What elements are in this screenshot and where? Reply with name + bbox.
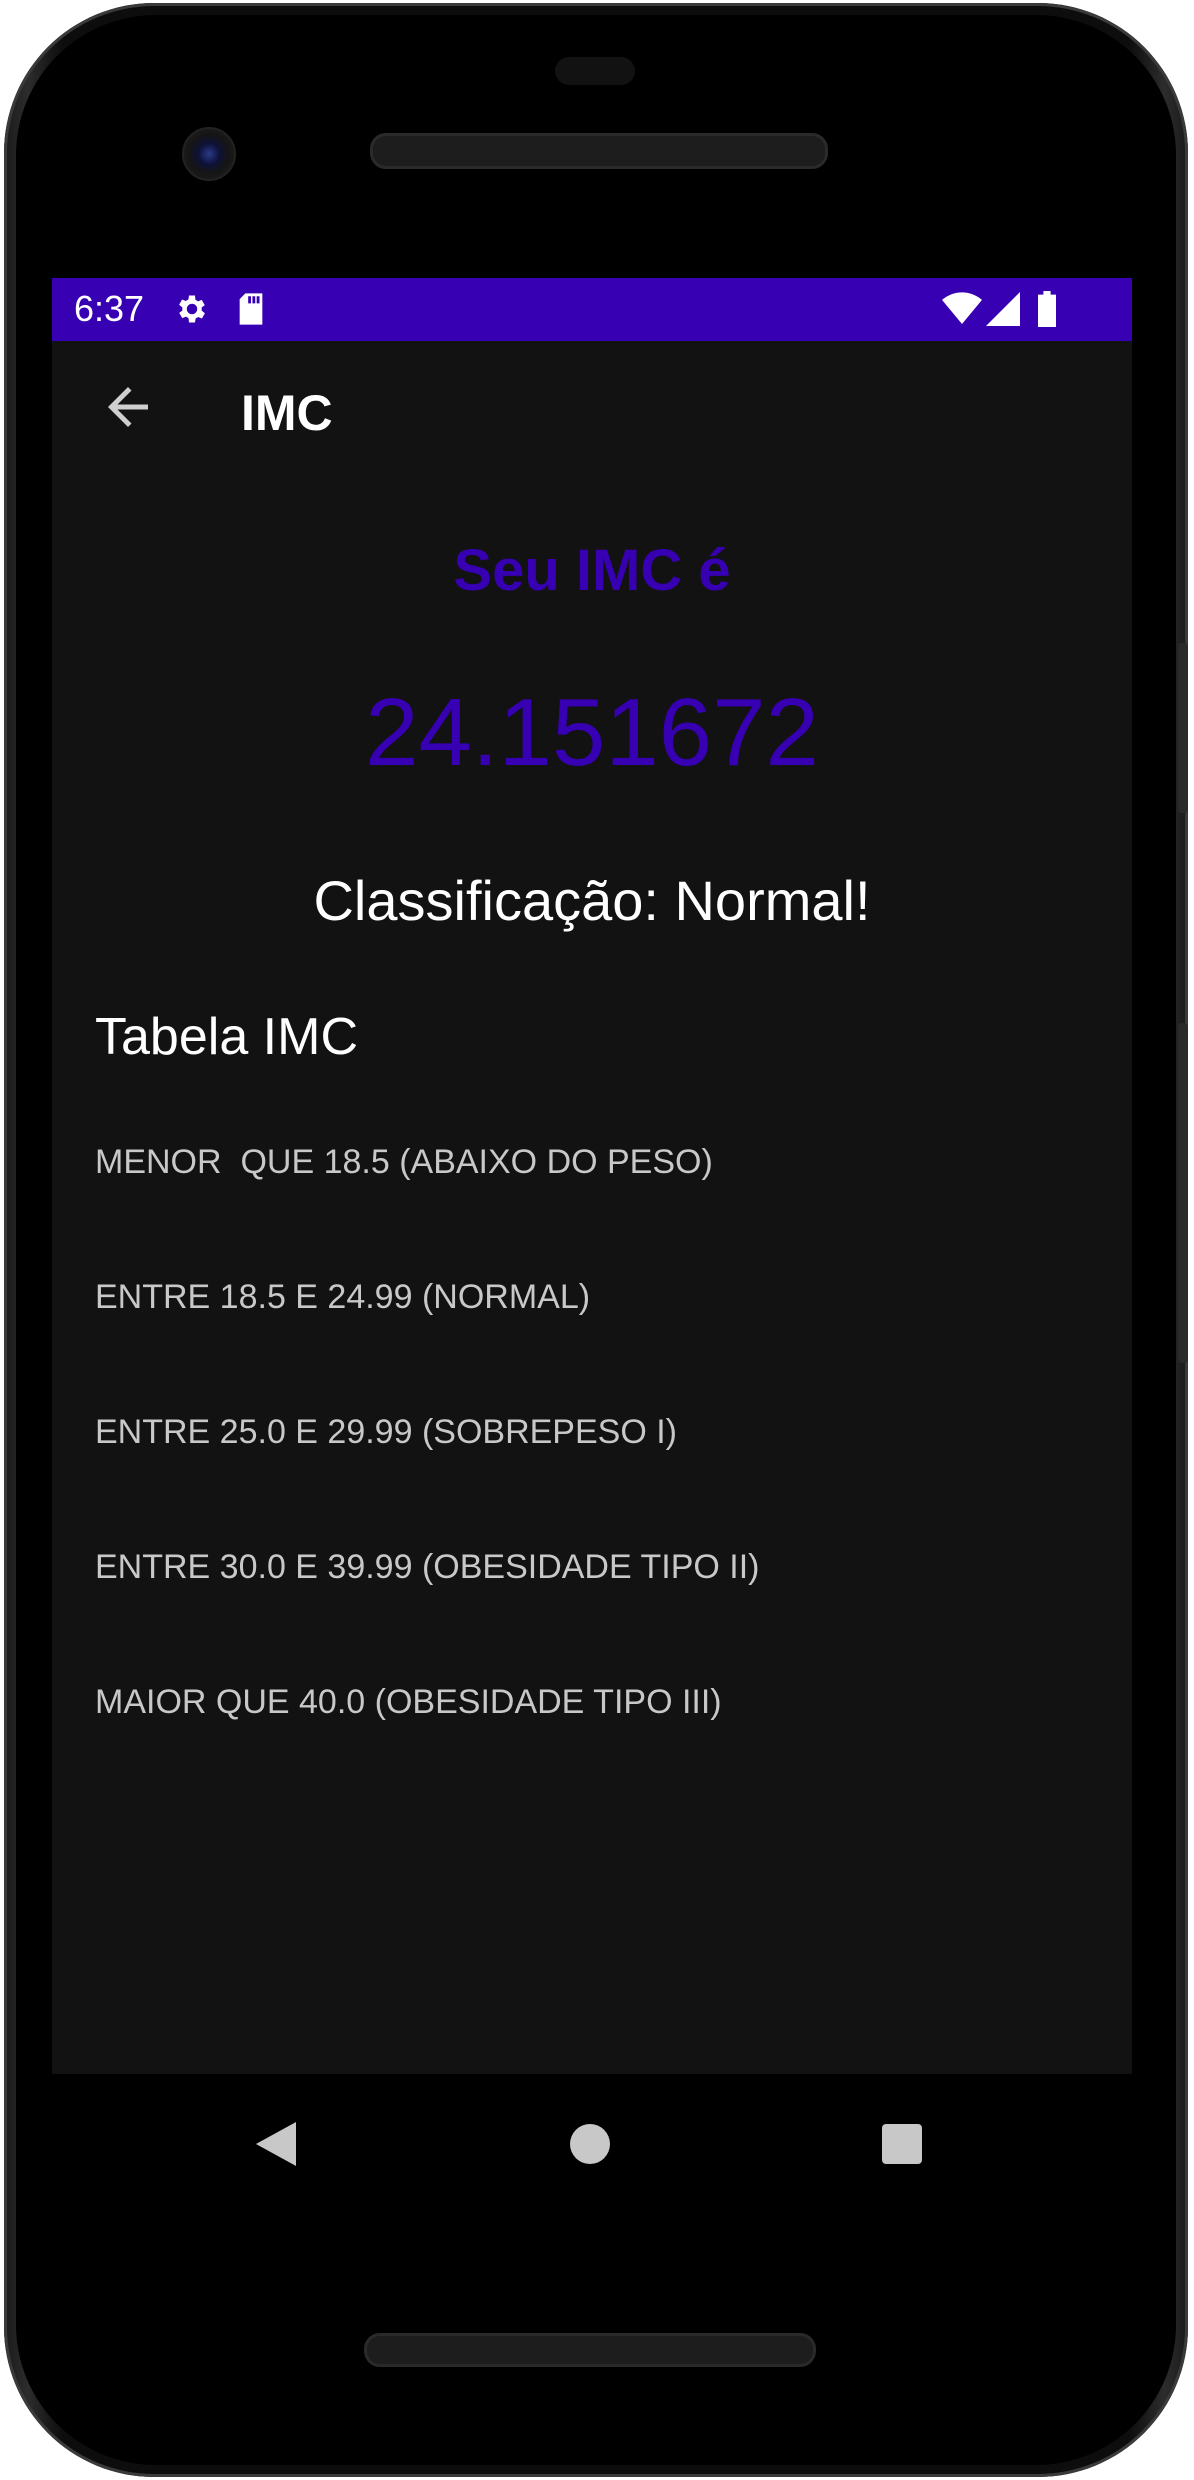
nav-recents-button[interactable]	[862, 2110, 942, 2178]
wifi-icon	[942, 286, 982, 332]
app-screen: 6:37 IMC Seu IMC é 24.151672 Classificaç…	[52, 278, 1132, 2074]
nav-back-button[interactable]	[236, 2114, 316, 2174]
sd-card-icon	[236, 286, 266, 332]
front-camera	[182, 127, 236, 181]
app-title: IMC	[241, 385, 333, 441]
earpiece-speaker	[370, 133, 828, 169]
power-button	[1178, 1023, 1188, 1363]
nav-home-button[interactable]	[550, 2110, 630, 2178]
imc-heading: Seu IMC é	[453, 538, 731, 603]
arrow-back-icon	[108, 387, 148, 427]
bottom-speaker	[364, 2333, 816, 2367]
table-title: Tabela IMC	[95, 1008, 358, 1066]
table-row: ENTRE 30.0 E 39.99 (OBESIDADE TIPO II)	[95, 1548, 760, 1586]
classification-text: Classificação: Normal!	[313, 869, 871, 932]
battery-icon	[1036, 286, 1058, 332]
home-circle-icon	[570, 2124, 610, 2164]
table-row: MENOR QUE 18.5 (ABAIXO DO PESO)	[95, 1143, 713, 1181]
app-bar: IMC	[52, 341, 1132, 488]
status-bar: 6:37	[52, 278, 1132, 341]
signal-icon	[986, 286, 1020, 332]
recents-square-icon	[882, 2124, 922, 2164]
imc-value: 24.151672	[365, 679, 819, 786]
back-triangle-icon	[256, 2122, 296, 2166]
status-time: 6:37	[74, 288, 145, 329]
table-row: MAIOR QUE 40.0 (OBESIDADE TIPO III)	[95, 1683, 722, 1721]
table-row: ENTRE 18.5 E 24.99 (NORMAL)	[95, 1278, 591, 1316]
volume-button	[1178, 643, 1188, 813]
back-button[interactable]	[98, 377, 158, 437]
table-row: ENTRE 25.0 E 29.99 (SOBREPESO I)	[95, 1413, 678, 1451]
proximity-sensor	[555, 57, 635, 85]
gear-icon	[174, 286, 210, 332]
navigation-bar	[0, 2074, 1194, 2194]
